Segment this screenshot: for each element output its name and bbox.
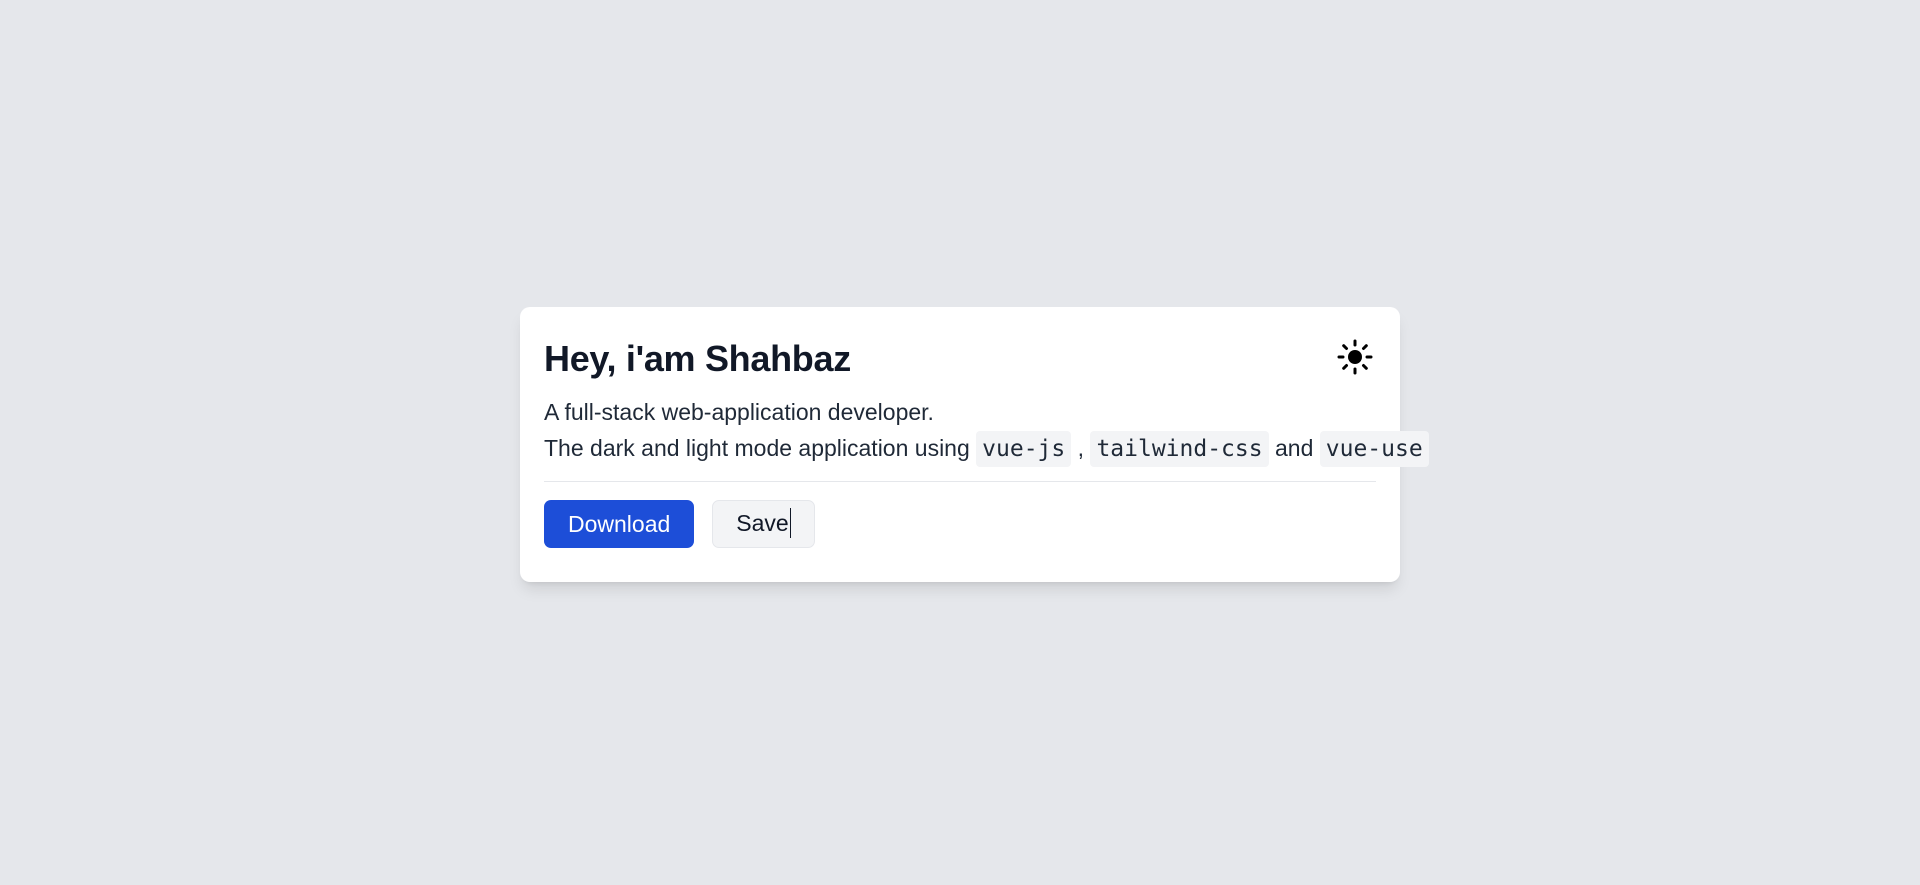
description-line-1: A full-stack web-application developer. bbox=[544, 399, 934, 426]
profile-card: Hey, i'am Shahbaz A full-stack web-appli… bbox=[520, 307, 1429, 582]
card-header: Hey, i'am Shahbaz bbox=[544, 331, 1376, 380]
card-actions: Download Save bbox=[544, 500, 1376, 549]
tech-tag-tailwind-css: tailwind-css bbox=[1090, 431, 1269, 468]
theme-toggle-button[interactable] bbox=[1334, 337, 1376, 379]
save-button-label: Save bbox=[736, 510, 789, 537]
save-button[interactable]: Save bbox=[712, 500, 815, 549]
download-button[interactable]: Download bbox=[544, 500, 695, 549]
divider bbox=[544, 481, 1376, 483]
card-title: Hey, i'am Shahbaz bbox=[544, 338, 851, 379]
card-description: A full-stack web-application developer. … bbox=[544, 394, 1429, 468]
comma-separator: , bbox=[1077, 435, 1085, 462]
description-prefix: The dark and light mode application usin… bbox=[544, 435, 970, 462]
and-separator: and bbox=[1275, 435, 1314, 462]
tech-tag-vue-use: vue-use bbox=[1319, 431, 1429, 468]
description-line-2: The dark and light mode application usin… bbox=[544, 430, 1429, 468]
sun-icon bbox=[1337, 339, 1373, 378]
tech-tag-vue-js: vue-js bbox=[976, 431, 1072, 468]
text-caret bbox=[789, 508, 791, 539]
